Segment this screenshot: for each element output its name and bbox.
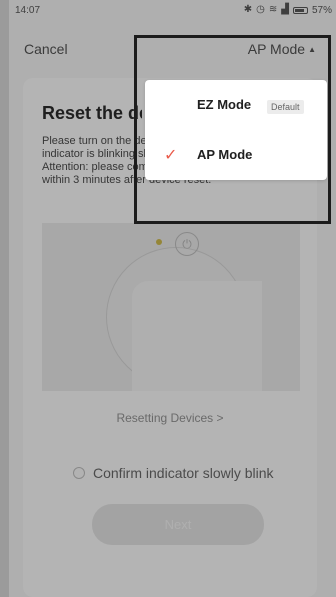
left-edge-divider [0, 0, 9, 597]
menu-item-ez-mode[interactable]: EZ Mode Default [145, 80, 327, 130]
mode-dropdown-menu: EZ Mode Default ✓ AP Mode [145, 80, 327, 180]
app-screen: 14:07 ✱ ◷ ≋ ▟ 57% Cancel AP Mode ▲ Reset… [0, 0, 336, 597]
default-badge: Default [267, 100, 304, 114]
checkmark-icon: ✓ [164, 147, 178, 164]
menu-item-label: EZ Mode [197, 97, 252, 112]
menu-item-label: AP Mode [197, 147, 253, 162]
menu-item-ap-mode[interactable]: ✓ AP Mode [145, 130, 327, 180]
